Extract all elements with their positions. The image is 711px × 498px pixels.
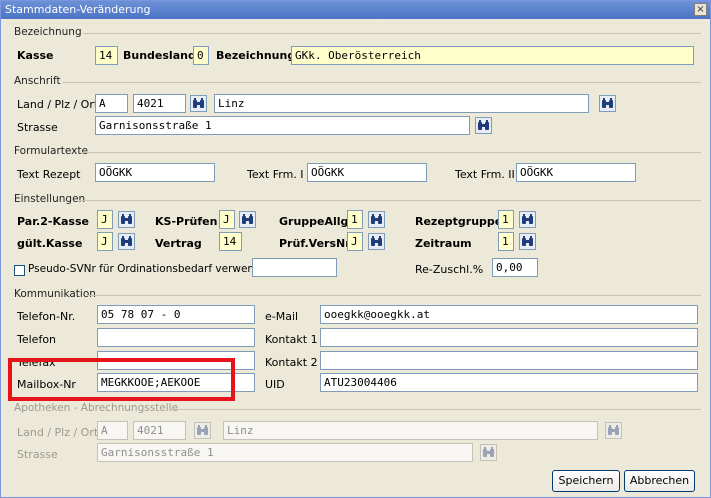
binoculars-icon — [194, 422, 211, 439]
kontakt2-label: Kontakt 2 — [265, 356, 318, 369]
apo-strasse-field: Garnisonsstraße 1 — [97, 443, 473, 462]
binoculars-icon — [605, 422, 622, 439]
plz-field[interactable]: 4021 — [133, 94, 186, 113]
text-frm2-field[interactable]: OÖGKK — [516, 163, 636, 182]
kontakt1-label: Kontakt 1 — [265, 333, 318, 346]
re-zuschl-label: Re-Zuschl.% — [415, 263, 484, 276]
re-zuschl-field[interactable]: 0,00 — [492, 258, 538, 277]
gruppe-allg-label: GruppeAllg — [279, 215, 349, 228]
binoculars-icon[interactable] — [239, 211, 256, 228]
binoculars-icon[interactable] — [519, 233, 536, 250]
text-rezept-field[interactable]: OÖGKK — [95, 163, 215, 182]
kasse-label: Kasse — [17, 49, 54, 62]
text-rezept-label: Text Rezept — [17, 168, 81, 181]
binoculars-icon[interactable] — [599, 95, 616, 112]
email-label: e-Mail — [265, 310, 299, 323]
pruef-versnr-label: Prüf.VersNr — [279, 237, 351, 250]
gueltig-kasse-label: gült.Kasse — [17, 237, 83, 250]
bezeichnung-field[interactable]: GKk. Oberösterreich — [291, 46, 694, 65]
group-einstellungen-label: Einstellungen — [14, 193, 86, 205]
uid-field[interactable]: ATU23004406 — [320, 373, 698, 392]
zeitraum-label: Zeitraum — [415, 237, 472, 250]
binoculars-icon[interactable] — [519, 211, 536, 228]
text-frm2-label: Text Frm. II — [455, 168, 515, 181]
apo-land-plz-ort-label: Land / Plz / Ort — [17, 426, 99, 439]
land-field[interactable]: A — [95, 94, 128, 113]
window-title: Stammdaten-Veränderung — [5, 3, 151, 16]
rezeptgruppe-label: Rezeptgruppe — [415, 215, 503, 228]
bezeichnung-label: Bezeichnung — [216, 49, 296, 62]
binoculars-icon[interactable] — [475, 117, 492, 134]
bundesland-field[interactable]: 0 — [193, 46, 209, 65]
divider — [63, 82, 701, 83]
email-field[interactable]: ooegkk@ooegkk.at — [320, 305, 698, 324]
ort-field[interactable]: Linz — [214, 94, 589, 113]
vertrag-label: Vertrag — [155, 237, 202, 250]
divider — [87, 295, 701, 296]
pseudo-svnr-label: Pseudo-SVNr für Ordinationsbedarf verwen… — [28, 263, 278, 275]
group-formulartexte-label: Formulartexte — [14, 145, 88, 157]
telefon-label: Telefon — [17, 333, 57, 346]
par2-kasse-field[interactable]: J — [97, 210, 113, 229]
title-bar[interactable]: Stammdaten-Veränderung × — [1, 1, 710, 19]
binoculars-icon — [480, 444, 497, 461]
kasse-field[interactable]: 14 — [95, 46, 118, 65]
telefon-nr-field[interactable]: 05 78 07 - 0 — [97, 305, 255, 324]
text-frm1-field[interactable]: OÖGKK — [307, 163, 427, 182]
close-icon[interactable]: × — [694, 3, 707, 16]
binoculars-icon[interactable] — [190, 95, 207, 112]
telefon-nr-label: Telefon-Nr. — [17, 310, 76, 323]
pseudo-svnr-checkbox[interactable] — [14, 265, 25, 276]
apo-strasse-label: Strasse — [17, 448, 58, 461]
strasse-field[interactable]: Garnisonsstraße 1 — [95, 116, 470, 135]
telefon-field[interactable] — [97, 328, 255, 347]
save-button[interactable]: Speichern — [552, 470, 620, 492]
uid-label: UID — [265, 378, 285, 391]
rezeptgruppe-field[interactable]: 1 — [498, 210, 514, 229]
zeitraum-field[interactable]: 1 — [498, 232, 514, 251]
divider — [81, 152, 701, 153]
apo-land-field: A — [97, 421, 128, 440]
strasse-label: Strasse — [17, 121, 58, 134]
binoculars-icon[interactable] — [368, 233, 385, 250]
divider — [171, 409, 701, 410]
pseudo-svnr-field[interactable] — [252, 258, 337, 277]
land-plz-ort-label: Land / Plz / Ort — [17, 98, 99, 111]
pruef-versnr-field[interactable]: J — [347, 232, 363, 251]
divider — [83, 33, 701, 34]
binoculars-icon[interactable] — [118, 211, 135, 228]
highlight-box — [8, 358, 235, 401]
group-kommunikation-label: Kommunikation — [14, 288, 96, 300]
binoculars-icon[interactable] — [368, 211, 385, 228]
gruppe-allg-field[interactable]: 1 — [347, 210, 363, 229]
group-bezeichnung-label: Bezeichnung — [14, 26, 82, 38]
group-apotheken-label: Apotheken - Abrechnungsstelle — [14, 402, 179, 414]
gueltig-kasse-field[interactable]: J — [97, 232, 113, 251]
ks-pruefen-label: KS-Prüfen — [155, 215, 218, 228]
kontakt2-field[interactable] — [320, 351, 698, 370]
ks-pruefen-field[interactable]: J — [219, 210, 235, 229]
dialog-window: Stammdaten-Veränderung × Bezeichnung Kas… — [0, 0, 711, 498]
bundesland-label: Bundesland — [123, 49, 196, 62]
group-anschrift-label: Anschrift — [14, 75, 61, 87]
par2-kasse-label: Par.2-Kasse — [17, 215, 89, 228]
apo-ort-field: Linz — [223, 421, 598, 440]
cancel-button[interactable]: Abbrechen — [624, 470, 695, 492]
vertrag-field[interactable]: 14 — [219, 232, 242, 251]
text-frm1-label: Text Frm. I — [247, 168, 304, 181]
kontakt1-field[interactable] — [320, 328, 698, 347]
apo-plz-field: 4021 — [133, 421, 186, 440]
divider — [79, 200, 701, 201]
binoculars-icon[interactable] — [118, 233, 135, 250]
